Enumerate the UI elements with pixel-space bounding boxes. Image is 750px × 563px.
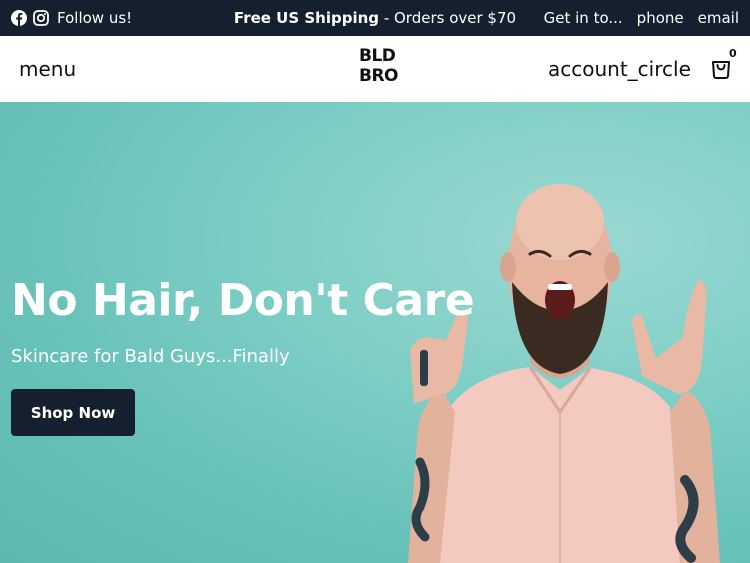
hero-model-photo — [408, 184, 720, 563]
logo-line-2: BRO — [359, 66, 399, 86]
account-button[interactable]: account_circle — [548, 57, 691, 81]
hero-subtitle: Skincare for Bald Guys...Finally — [11, 346, 290, 367]
site-logo[interactable]: BLD BRO — [359, 46, 399, 86]
cart-count-badge: 0 — [729, 47, 737, 60]
phone-link[interactable]: phone — [637, 9, 684, 27]
shop-now-button[interactable]: Shop Now — [11, 389, 135, 436]
announcement-highlight: Free US Shipping — [233, 9, 380, 27]
contact-links: Get in to... phone email — [544, 9, 739, 27]
menu-button[interactable]: menu — [19, 57, 76, 81]
announcement-bar: Follow us! Free US Shipping - Orders ove… — [0, 0, 750, 36]
email-link[interactable]: email — [698, 9, 739, 27]
get-in-touch-label: Get in to... — [543, 9, 623, 27]
hero-title: No Hair, Don't Care — [11, 275, 475, 326]
site-header: menu BLD BRO account_circle 0 — [0, 36, 750, 103]
announcement-text: - Orders over $70 — [379, 9, 517, 27]
logo-line-1: BLD — [359, 46, 396, 66]
hero-banner: No Hair, Don't Care Skincare for Bald Gu… — [0, 102, 750, 563]
